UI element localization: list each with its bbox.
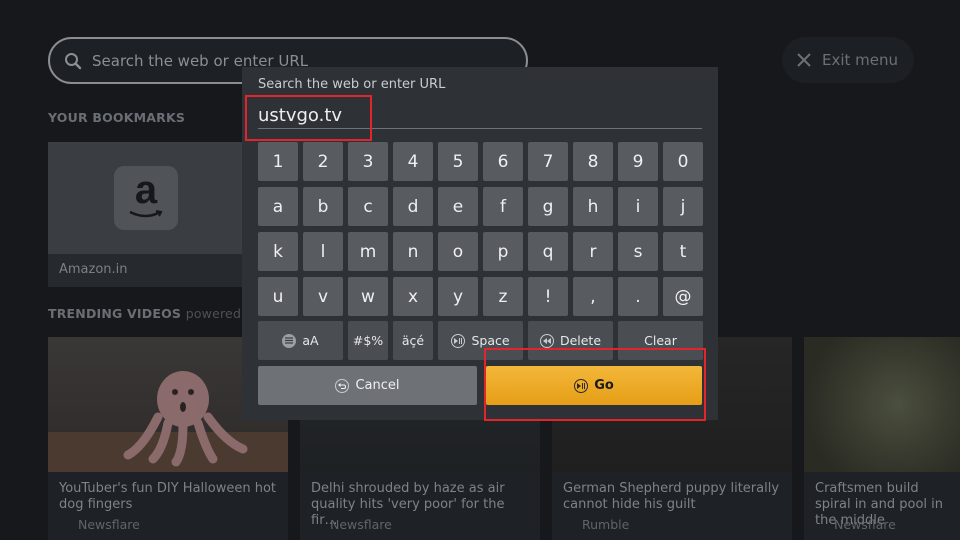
video-source: Newsflare [78,517,140,532]
key-h[interactable]: h [573,187,613,226]
key-m[interactable]: m [348,232,388,271]
key-r[interactable]: r [573,232,613,271]
menu-button-icon [282,333,297,348]
accents-key[interactable]: äçé [393,321,433,360]
key-o[interactable]: o [438,232,478,271]
key-1[interactable]: 1 [258,142,298,181]
cancel-label: Cancel [355,378,400,393]
video-source: Newsflare [834,517,896,532]
dialog-title: Search the web or enter URL [258,77,446,92]
url-highlight-box [245,95,372,141]
key-j[interactable]: j [663,187,703,226]
exit-menu-button[interactable]: Exit menu [782,37,914,83]
video-card[interactable]: Craftsmen build spiral in and pool in th… [804,337,960,540]
key-8[interactable]: 8 [573,142,613,181]
key-at[interactable]: @ [663,277,703,316]
exit-menu-label: Exit menu [822,51,899,69]
case-toggle-key[interactable]: aA [258,321,343,360]
key-l[interactable]: l [303,232,343,271]
key-y[interactable]: y [438,277,478,316]
clear-label: Clear [644,333,677,348]
search-icon [65,52,82,69]
play-pause-icon [451,333,466,348]
key-z[interactable]: z [483,277,523,316]
video-title: YouTuber's fun DIY Halloween hot dog fin… [59,481,277,512]
key-v[interactable]: v [303,277,343,316]
space-label: Space [471,333,510,348]
delete-label: Delete [559,333,602,348]
key-9[interactable]: 9 [618,142,658,181]
video-thumbnail [804,337,960,472]
key-2[interactable]: 2 [303,142,343,181]
key-period[interactable]: . [618,277,658,316]
symbols-key[interactable]: #$% [348,321,388,360]
key-3[interactable]: 3 [348,142,388,181]
key-7[interactable]: 7 [528,142,568,181]
go-highlight-box [484,348,706,421]
key-t[interactable]: t [663,232,703,271]
key-4[interactable]: 4 [393,142,433,181]
key-f[interactable]: f [483,187,523,226]
key-g[interactable]: g [528,187,568,226]
key-comma[interactable]: , [573,277,613,316]
bookmark-thumbnail: a [48,142,243,254]
key-0[interactable]: 0 [663,142,703,181]
video-source: Newsflare [330,517,392,532]
amazon-logo-icon: a [114,166,178,230]
video-title: German Shepherd puppy literally cannot h… [563,481,780,512]
key-d[interactable]: d [393,187,433,226]
key-w[interactable]: w [348,277,388,316]
key-x[interactable]: x [393,277,433,316]
key-u[interactable]: u [258,277,298,316]
bookmark-label: Amazon.in [59,262,128,277]
bookmark-card-amazon[interactable]: a Amazon.in [48,142,243,287]
key-c[interactable]: c [348,187,388,226]
cancel-button[interactable]: Cancel [258,366,477,405]
key-6[interactable]: 6 [483,142,523,181]
key-n[interactable]: n [393,232,433,271]
key-b[interactable]: b [303,187,343,226]
back-icon [335,378,350,393]
bookmarks-heading: YOUR BOOKMARKS [48,110,186,125]
key-e[interactable]: e [438,187,478,226]
key-p[interactable]: p [483,232,523,271]
close-icon [797,53,811,67]
case-toggle-label: aA [302,333,319,348]
trending-heading: TRENDING VIDEOS powered by [48,306,261,321]
video-source: Rumble [582,517,630,532]
key-exclamation[interactable]: ! [528,277,568,316]
key-q[interactable]: q [528,232,568,271]
key-a[interactable]: a [258,187,298,226]
key-5[interactable]: 5 [438,142,478,181]
key-k[interactable]: k [258,232,298,271]
key-i[interactable]: i [618,187,658,226]
rewind-icon [539,333,554,348]
key-s[interactable]: s [618,232,658,271]
